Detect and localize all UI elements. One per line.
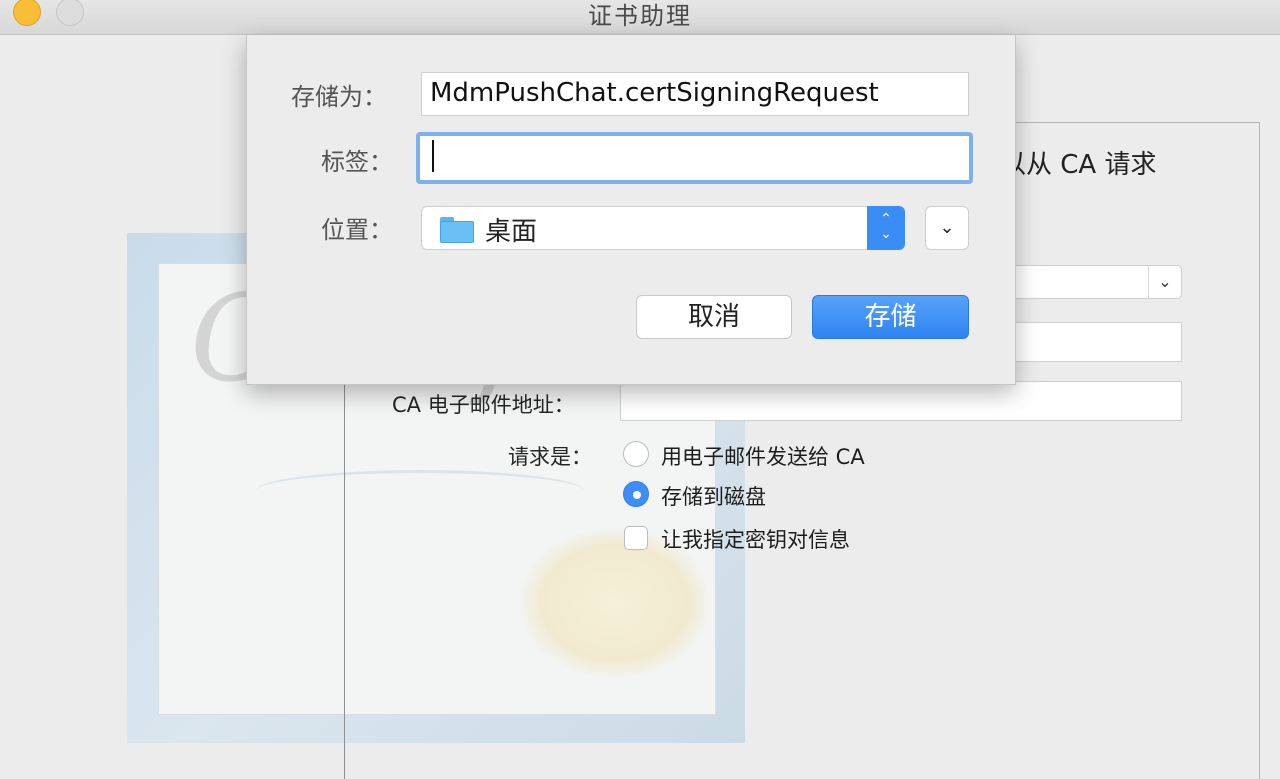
window-title: 证书助理 — [588, 2, 692, 30]
certificate-swirl — [255, 470, 585, 513]
save-as-field[interactable]: MdmPushChat.certSigningRequest — [421, 72, 969, 116]
panel-border-top — [1010, 122, 1260, 123]
save-to-disk-label: 存储到磁盘 — [661, 485, 766, 509]
up-down-chevron-icon: ⌃ ⌄ — [867, 206, 905, 250]
save-as-label: 存储为： — [291, 83, 387, 111]
save-to-disk-radio[interactable] — [623, 481, 649, 507]
panel-border-left — [344, 370, 345, 779]
email-to-ca-radio[interactable] — [623, 441, 649, 467]
panel-border-right — [1259, 122, 1260, 779]
ca-email-label: CA 电子邮件地址： — [392, 393, 575, 417]
cancel-button[interactable]: 取消 — [636, 295, 792, 339]
location-value: 桌面 — [485, 217, 538, 247]
specify-key-pair-label: 让我指定密钥对信息 — [661, 528, 850, 552]
save-sheet: 存储为： MdmPushChat.certSigningRequest 标签： … — [246, 35, 1016, 385]
folder-icon — [440, 217, 474, 243]
location-popup[interactable]: 桌面 ⌃ ⌄ — [421, 206, 905, 250]
expand-browser-button[interactable]: ⌄ — [925, 206, 969, 250]
chevron-down-icon: ⌄ — [1148, 266, 1181, 298]
panel-heading: 以从 CA 请求 — [1000, 150, 1157, 180]
ca-email-field[interactable] — [620, 381, 1182, 421]
common-name-field[interactable] — [1012, 322, 1182, 362]
save-button[interactable]: 存储 — [812, 295, 969, 339]
text-cursor — [432, 139, 434, 172]
title-bar: 证书助理 — [0, 0, 1280, 35]
request-label: 请求是： — [508, 445, 592, 469]
tags-label: 标签： — [321, 148, 393, 176]
chevron-down-icon: ⌄ — [939, 217, 955, 238]
key-type-select[interactable]: ⌄ — [1012, 265, 1182, 299]
location-label: 位置： — [321, 216, 393, 244]
specify-key-pair-checkbox[interactable] — [624, 526, 648, 550]
tags-field[interactable] — [416, 132, 973, 184]
email-to-ca-label: 用电子邮件发送给 CA — [661, 445, 865, 469]
